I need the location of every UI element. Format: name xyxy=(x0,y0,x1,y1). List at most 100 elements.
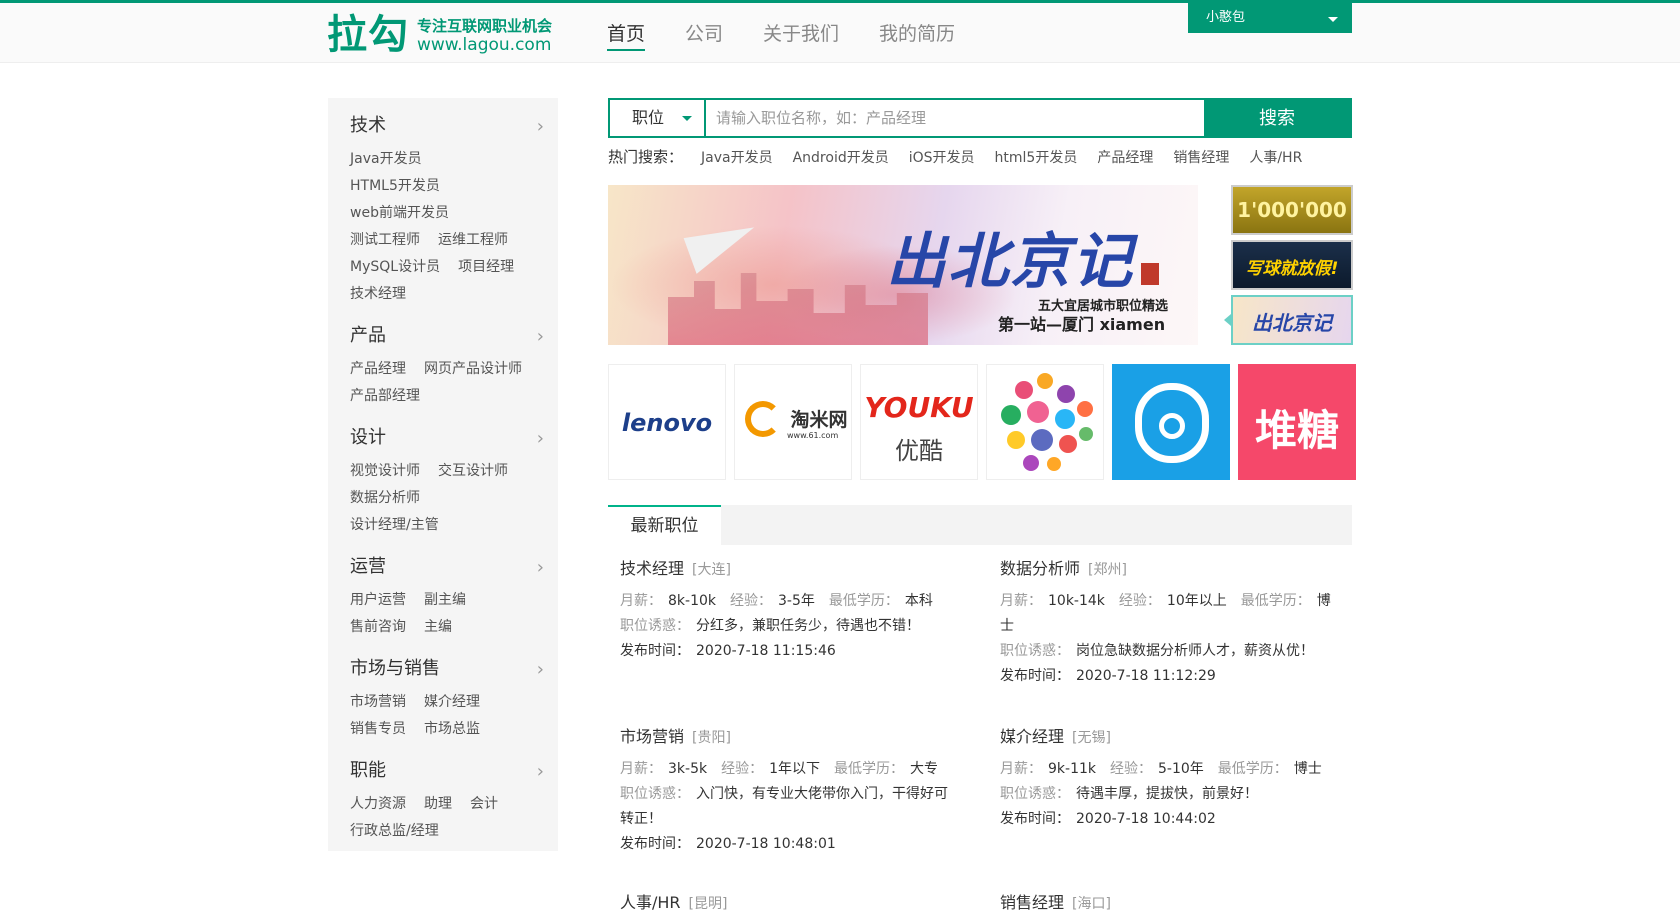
hot-search-link[interactable]: 产品经理 xyxy=(1097,147,1153,167)
job-card[interactable]: 技术经理 [大连] 月薪： 8k-10k 经验： 3-5年 最低学历： 本科 职位诱惑： 分红… xyxy=(620,556,960,664)
job-exp: 10年以上 xyxy=(1166,593,1227,609)
company-logo-duitang[interactable]: 堆糖 xyxy=(1238,364,1356,480)
chevron-right-icon[interactable]: › xyxy=(537,761,544,782)
company-logo-text: 淘米网 xyxy=(790,409,848,431)
category-tech: 技术 › Java开发员HTML5开发员web前端开发员测试工程师 运维工程师My… xyxy=(350,114,558,308)
hot-search-link[interactable]: iOS开发员 xyxy=(909,147,975,167)
banner-thumb[interactable]: 1'000'000 xyxy=(1231,185,1353,235)
hot-search-link[interactable]: 销售经理 xyxy=(1173,147,1229,167)
chevron-right-icon[interactable]: › xyxy=(537,557,544,578)
category-link[interactable]: 产品经理 xyxy=(350,356,406,383)
category-link[interactable]: 主编 xyxy=(424,614,452,641)
category-operations: 运营 › 用户运营 副主编售前咨询 主编 xyxy=(350,555,558,641)
category-link[interactable]: 销售专员 xyxy=(350,716,406,743)
banner-thumb[interactable]: 写球就放假! xyxy=(1231,240,1353,290)
category-link[interactable]: 网页产品设计师 xyxy=(424,356,522,383)
hot-search-link[interactable]: html5开发员 xyxy=(995,147,1078,167)
label-salary: 月薪： xyxy=(1000,761,1042,777)
job-title[interactable]: 技术经理 xyxy=(620,559,684,578)
chevron-right-icon[interactable]: › xyxy=(537,659,544,680)
tab-latest-jobs[interactable]: 最新职位 xyxy=(608,505,721,545)
category-link[interactable]: 产品部经理 xyxy=(350,383,420,410)
label-salary: 月薪： xyxy=(620,593,662,609)
category-link[interactable]: 技术经理 xyxy=(350,281,406,308)
banner-thumb-active[interactable]: 出北京记 xyxy=(1231,295,1353,345)
job-title[interactable]: 市场营销 xyxy=(620,727,684,746)
company-logo-colorful[interactable] xyxy=(986,364,1104,480)
category-link[interactable]: 会计 xyxy=(470,791,498,818)
category-link[interactable]: web前端开发员 xyxy=(350,200,449,227)
category-link[interactable]: 助理 xyxy=(424,791,452,818)
search-type-select[interactable]: 职位 xyxy=(610,100,706,136)
category-title[interactable]: 设计 xyxy=(350,426,558,450)
company-logo-alarm-cat[interactable] xyxy=(1112,364,1230,480)
category-link[interactable]: MySQL设计员 xyxy=(350,254,440,281)
user-menu[interactable]: 小憨包 xyxy=(1188,3,1352,33)
job-time: 2020-7-18 10:48:01 xyxy=(696,836,836,852)
search-input[interactable] xyxy=(706,100,1208,136)
nav-resume[interactable]: 我的简历 xyxy=(879,19,955,51)
category-link[interactable]: 行政总监/经理 xyxy=(350,818,439,845)
hot-search-link[interactable]: 人事/HR xyxy=(1249,147,1302,167)
category-link[interactable]: 数据分析师 xyxy=(350,485,420,512)
nav-companies[interactable]: 公司 xyxy=(685,19,723,51)
company-logo-taomi[interactable]: 淘米网 www.61.com xyxy=(734,364,852,480)
category-link[interactable]: 售前咨询 xyxy=(350,614,406,641)
job-time: 2020-7-18 10:44:02 xyxy=(1076,811,1216,827)
logo-dot xyxy=(1059,435,1077,453)
job-card[interactable]: 数据分析师 [郑州] 月薪： 10k-14k 经验： 10年以上 最低学历： 博士 职位诱惑… xyxy=(1000,556,1340,689)
company-logo-subtext: 优酷 xyxy=(895,437,943,465)
category-link[interactable]: 测试工程师 xyxy=(350,227,420,254)
category-title[interactable]: 市场与销售 xyxy=(350,657,558,681)
hot-search-label: 热门搜索： xyxy=(608,148,684,166)
job-card[interactable]: 销售经理 [海口] xyxy=(1000,890,1340,917)
job-title[interactable]: 媒介经理 xyxy=(1000,727,1064,746)
category-title[interactable]: 产品 xyxy=(350,324,558,348)
job-edu: 本科 xyxy=(904,593,933,609)
category-link[interactable]: 视觉设计师 xyxy=(350,458,420,485)
chevron-right-icon[interactable]: › xyxy=(537,428,544,449)
chevron-right-icon[interactable]: › xyxy=(537,116,544,137)
category-link[interactable]: 市场营销 xyxy=(350,689,406,716)
nav-about[interactable]: 关于我们 xyxy=(763,19,839,51)
category-link[interactable]: 用户运营 xyxy=(350,587,406,614)
category-link[interactable]: 副主编 xyxy=(424,587,466,614)
company-logo-lenovo[interactable]: lenovo xyxy=(608,364,726,480)
category-link[interactable]: 市场总监 xyxy=(424,716,480,743)
nav-home[interactable]: 首页 xyxy=(607,19,646,51)
job-tabs: 最新职位 xyxy=(608,505,1352,545)
category-link[interactable]: 人力资源 xyxy=(350,791,406,818)
label-exp: 经验： xyxy=(730,593,772,609)
logo[interactable]: 拉勾 专注互联网职业机会 www.lagou.com xyxy=(327,12,557,58)
job-title[interactable]: 人事/HR xyxy=(620,893,681,912)
logo-dot xyxy=(1037,373,1053,389)
label-exp: 经验： xyxy=(1118,593,1161,609)
category-title[interactable]: 运营 xyxy=(350,555,558,579)
category-link[interactable]: 项目经理 xyxy=(458,254,514,281)
category-link[interactable]: 运维工程师 xyxy=(438,227,508,254)
job-salary: 8k-10k xyxy=(668,593,716,609)
job-title[interactable]: 销售经理 xyxy=(1000,893,1064,912)
job-card[interactable]: 媒介经理 [无锡] 月薪： 9k-11k 经验： 5-10年 最低学历： 博士 职位诱惑： 待… xyxy=(1000,724,1340,832)
chevron-right-icon[interactable]: › xyxy=(537,326,544,347)
search-button[interactable]: 搜索 xyxy=(1204,98,1350,138)
search-bar: 职位 搜索 xyxy=(608,98,1352,138)
company-logo-youku[interactable]: YOUKU 优酷 xyxy=(860,364,978,480)
job-title[interactable]: 数据分析师 xyxy=(1000,559,1080,578)
hot-search-link[interactable]: Java开发员 xyxy=(701,147,773,167)
category-link[interactable]: 交互设计师 xyxy=(438,458,508,485)
category-link[interactable]: 媒介经理 xyxy=(424,689,480,716)
category-title[interactable]: 职能 xyxy=(350,759,558,783)
category-link[interactable]: Java开发员 xyxy=(350,146,422,173)
category-title[interactable]: 技术 xyxy=(350,114,558,138)
category-link[interactable]: 设计经理/主管 xyxy=(350,512,439,539)
clock-icon xyxy=(1159,413,1185,439)
label-salary: 月薪： xyxy=(620,761,662,777)
promo-banner[interactable]: 出北京记 五大宜居城市职位精选 第一站—厦门 xiamen xyxy=(608,185,1198,345)
hot-search-link[interactable]: Android开发员 xyxy=(793,147,889,167)
job-card[interactable]: 市场营销 [贵阳] 月薪： 3k-5k 经验： 1年以下 最低学历： 大专 职位诱惑： 入门快… xyxy=(620,724,960,857)
job-card[interactable]: 人事/HR [昆明] xyxy=(620,890,960,917)
category-link[interactable]: HTML5开发员 xyxy=(350,173,440,200)
company-logos: lenovo 淘米网 www.61.com YOUKU 优酷 堆糖 xyxy=(608,364,1356,480)
job-city: [大连] xyxy=(692,562,731,578)
